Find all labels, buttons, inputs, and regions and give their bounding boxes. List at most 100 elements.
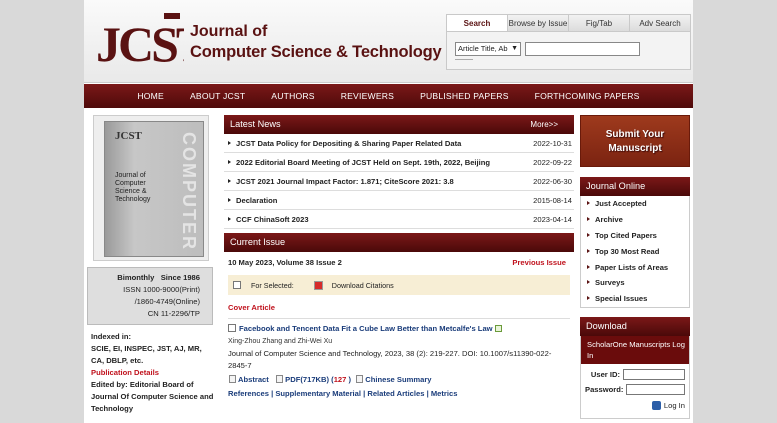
header: JCST Journal of Computer Science & Techn… — [84, 0, 693, 83]
journal-online-item[interactable]: Just Accepted — [581, 196, 689, 212]
download-citations-link[interactable]: Download Citations — [332, 281, 394, 290]
journal-title: Journal of Computer Science & Technology — [190, 22, 442, 62]
arrow-icon — [587, 232, 590, 237]
search-tabs: Search Browse by Issue Fig/Tab Adv Searc… — [447, 15, 690, 32]
cover-subtitle: Journal of Computer Science & Technology — [115, 172, 151, 203]
password-label: Password: — [585, 385, 624, 395]
download-icon[interactable] — [313, 280, 323, 290]
page: JCST Journal of Computer Science & Techn… — [84, 0, 693, 423]
journal-online-item[interactable]: Special Issues — [581, 291, 689, 307]
pdf-icon — [276, 375, 284, 383]
main-content: Latest News More>> JCST Data Policy for … — [224, 115, 574, 400]
news-item[interactable]: 2022 Editorial Board Meeting of JCST Hel… — [224, 153, 574, 172]
bullet-icon — [228, 179, 231, 183]
related-articles-link[interactable]: Related Articles — [367, 389, 424, 398]
journal-online-header: Journal Online — [580, 177, 690, 196]
news-more-link[interactable]: More>> — [530, 115, 558, 134]
cover-book: JCST Journal of Computer Science & Techn… — [104, 121, 204, 257]
nav-forthcoming-papers[interactable]: FORTHCOMING PAPERS — [522, 84, 653, 108]
journal-cover-image[interactable]: JCST Journal of Computer Science & Techn… — [93, 115, 209, 261]
indexed-list: SCIE, EI, INSPEC, JST, AJ, MR, CA, DBLP,… — [91, 344, 202, 365]
chinese-summary-link[interactable]: Chinese Summary — [365, 375, 431, 384]
article-citation: Journal of Computer Science and Technolo… — [228, 349, 552, 370]
pdf-link[interactable]: PDF(717KB) ( — [285, 375, 334, 384]
jcst-logo[interactable]: JCST — [94, 11, 184, 67]
news-list: JCST Data Policy for Depositing & Sharin… — [224, 134, 574, 229]
login-button[interactable]: Log In — [651, 401, 685, 411]
chevron-down-icon: ▼ — [511, 45, 518, 52]
login-form: User ID: Password: Log In — [580, 364, 690, 420]
bullet-icon — [228, 217, 231, 221]
logo-text: JCST — [96, 16, 184, 67]
user-id-input[interactable] — [623, 369, 685, 381]
tab-search[interactable]: Search — [447, 15, 507, 31]
nav-home[interactable]: HOME — [124, 84, 177, 108]
article-checkbox[interactable] — [228, 324, 236, 332]
search-button[interactable] — [455, 59, 473, 65]
nav-about-jcst[interactable]: ABOUT JCST — [177, 84, 258, 108]
arrow-icon — [587, 201, 590, 205]
abstract-link[interactable]: Abstract — [238, 375, 269, 384]
since: Since 1986 — [160, 273, 200, 282]
select-all-checkbox[interactable] — [233, 281, 241, 289]
current-issue-header: Current Issue — [224, 233, 574, 252]
download-panel: Download ScholarOne Manuscripts Log In U… — [580, 317, 690, 420]
scholarone-login-label[interactable]: ScholarOne Manuscripts Log In — [580, 336, 690, 365]
search-input[interactable] — [525, 42, 640, 56]
current-issue-title: Current Issue — [230, 237, 286, 247]
previous-issue-link[interactable]: Previous Issue — [512, 252, 566, 274]
cover-article: Cover Article Facebook and Tencent Data … — [224, 296, 574, 400]
tab-adv-search[interactable]: Adv Search — [629, 15, 690, 31]
nav-reviewers[interactable]: REVIEWERS — [328, 84, 407, 108]
references-link[interactable]: References — [228, 389, 269, 398]
main-nav: HOME ABOUT JCST AUTHORS REVIEWERS PUBLIS… — [84, 84, 693, 108]
journal-title-line1: Journal of — [190, 23, 268, 40]
bullet-icon — [228, 160, 231, 164]
key-icon — [651, 401, 661, 411]
search-field-select[interactable]: Article Title, Ab ▼ — [455, 42, 521, 56]
news-item[interactable]: Declaration 2015-08-14 — [224, 191, 574, 210]
journal-title-line2: Computer Science & Technology — [190, 43, 442, 61]
chinese-summary-icon — [356, 375, 364, 383]
search-field-value: Article Title, Ab — [458, 44, 508, 53]
journal-online-item[interactable]: Top Cited Papers — [581, 228, 689, 244]
bullet-icon — [228, 198, 231, 202]
journal-online-panel: Journal Online Just Accepted Archive Top… — [580, 177, 690, 309]
journal-online-item[interactable]: Top 30 Most Read — [581, 244, 689, 260]
news-item[interactable]: JCST Data Policy for Depositing & Sharin… — [224, 134, 574, 153]
journal-online-item[interactable]: Surveys — [581, 275, 689, 291]
issue-info: 10 May 2023, Volume 38 Issue 2 — [228, 258, 342, 267]
journal-online-item[interactable]: Archive — [581, 212, 689, 228]
pdf-download-count: 127 — [333, 375, 347, 384]
metrics-link[interactable]: Metrics — [431, 389, 458, 398]
nav-authors[interactable]: AUTHORS — [258, 84, 327, 108]
search-box: Search Browse by Issue Fig/Tab Adv Searc… — [446, 14, 691, 70]
journal-info-box: Bimonthly Since 1986 ISSN 1000-9000(Prin… — [87, 267, 213, 325]
news-item[interactable]: CCF ChinaSoft 2023 2023-04-14 — [224, 210, 574, 229]
supplementary-link[interactable]: Supplementary Material — [275, 389, 361, 398]
tab-fig-tab[interactable]: Fig/Tab — [568, 15, 629, 31]
user-id-label: User ID: — [590, 370, 620, 380]
nav-published-papers[interactable]: PUBLISHED PAPERS — [407, 84, 522, 108]
journal-online-item[interactable]: Paper Lists of Areas — [581, 260, 689, 276]
arrow-icon — [587, 216, 590, 221]
journal-online-list: Just Accepted Archive Top Cited Papers T… — [580, 196, 690, 309]
tab-browse-by-issue[interactable]: Browse by Issue — [507, 15, 568, 31]
arrow-icon — [587, 264, 590, 269]
submit-manuscript-button[interactable]: Submit Your Manuscript — [580, 115, 690, 167]
article-title-link[interactable]: Facebook and Tencent Data Fit a Cube Law… — [239, 324, 493, 333]
selection-bar: For Selected: Download Citations — [228, 275, 570, 295]
download-header: Download — [580, 317, 690, 337]
publication-details-label: Publication Details — [91, 368, 159, 377]
cover-article-label: Cover Article — [228, 296, 570, 319]
issue-info-row: 10 May 2023, Volume 38 Issue 2 Previous … — [224, 252, 574, 274]
bullet-icon — [228, 141, 231, 145]
latest-news-header: Latest News More>> — [224, 115, 574, 134]
arrow-icon — [587, 280, 590, 285]
for-selected-label: For Selected: — [251, 280, 294, 290]
edited-by-label: Edited by: — [91, 380, 128, 389]
issn-online: /1860-4749(Online) — [134, 297, 200, 306]
news-item[interactable]: JCST 2021 Journal Impact Factor: 1.871; … — [224, 172, 574, 191]
password-input[interactable] — [626, 384, 685, 396]
cover-title: JCST — [115, 130, 142, 142]
